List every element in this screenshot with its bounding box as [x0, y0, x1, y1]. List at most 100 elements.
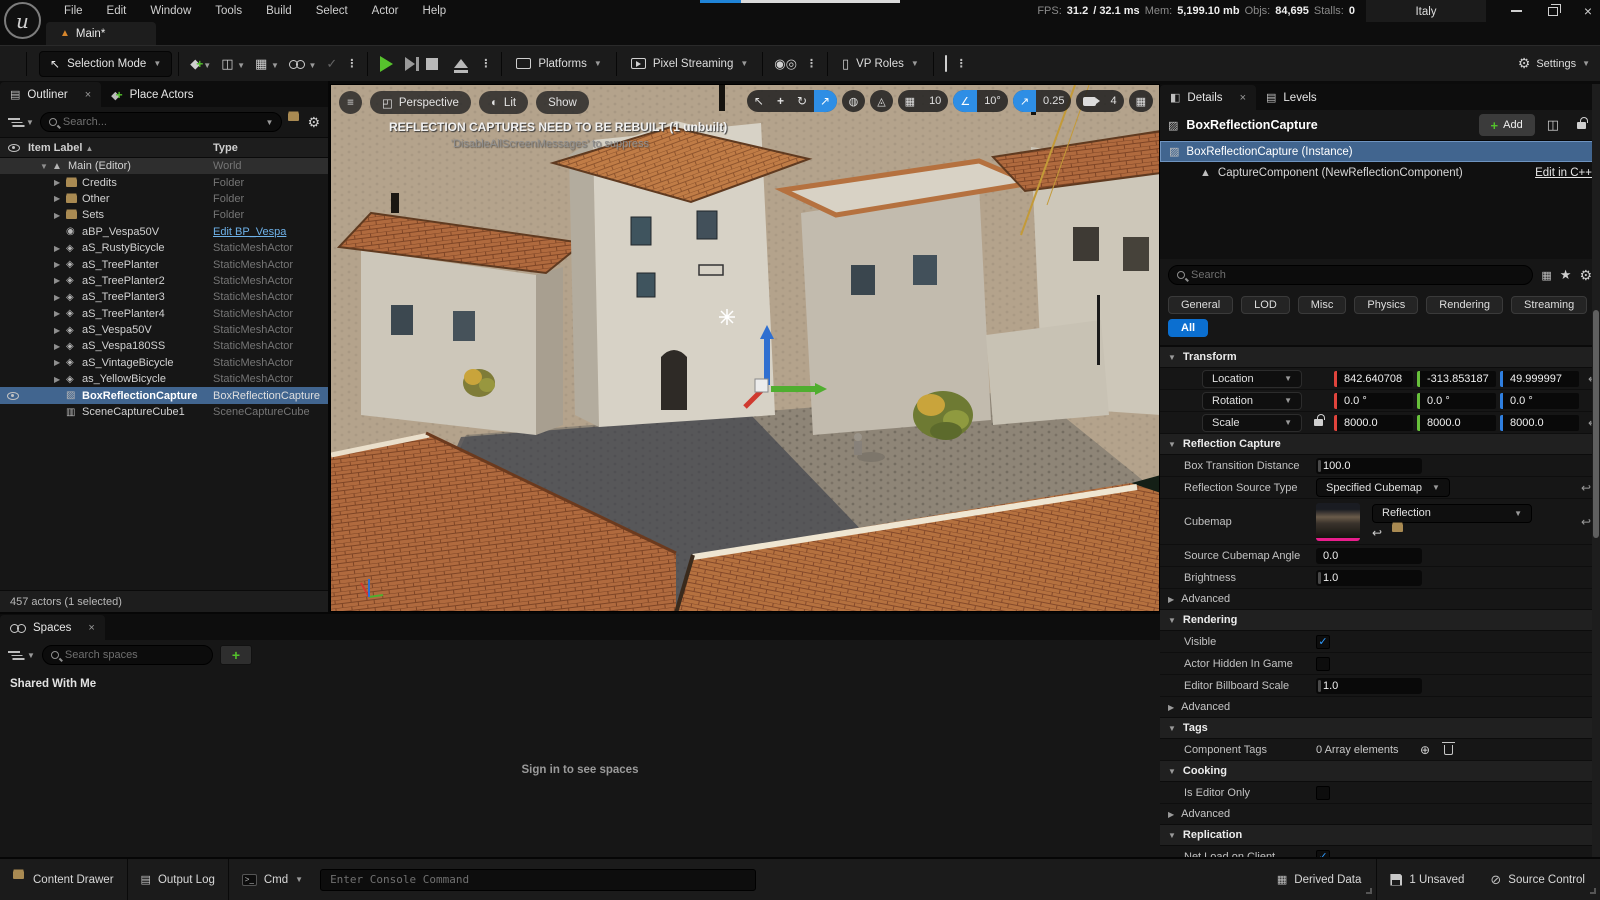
details-scrollbar-track[interactable]	[1592, 84, 1600, 857]
play-options-dots[interactable]: ⋮	[476, 57, 495, 70]
advanced-expander[interactable]: ▶Advanced	[1160, 697, 1600, 718]
axis-x-input[interactable]: 842.640708	[1334, 371, 1413, 387]
spaces-filter-icon[interactable]	[8, 651, 20, 660]
blueprint-convert-icon[interactable]: ◫	[1543, 117, 1563, 133]
outliner-row[interactable]: ▶ ◈ aS_TreePlanter3 StaticMeshActor	[0, 289, 328, 305]
filter-chip-lod[interactable]: LOD	[1241, 296, 1290, 314]
actor-label[interactable]: aS_TreePlanter4	[82, 308, 213, 320]
derived-data-button[interactable]: ▦ Derived Data	[1264, 859, 1375, 900]
add-component-button[interactable]: + Add	[1479, 114, 1535, 136]
expand-arrow[interactable]: ▶	[54, 211, 66, 220]
tab-place-actors[interactable]: ◆+ Place Actors	[101, 82, 203, 107]
expand-arrow[interactable]: ▶	[54, 309, 66, 318]
section-rendering[interactable]: ▼Rendering	[1160, 610, 1600, 631]
tab-main-level[interactable]: ▲ Main*	[46, 22, 156, 45]
actor-label[interactable]: SceneCaptureCube1	[82, 406, 213, 418]
expand-arrow[interactable]: ▶	[54, 276, 66, 285]
menu-tools[interactable]: Tools	[203, 1, 254, 21]
actor-type[interactable]: StaticMeshActor	[213, 259, 328, 271]
expand-arrow[interactable]: ▶	[54, 358, 66, 367]
select-tool[interactable]: ↖	[747, 90, 770, 112]
actor-type[interactable]: World	[213, 160, 328, 172]
move-tool[interactable]: +	[770, 90, 790, 112]
transform-axis-dropdown[interactable]: Rotation▼	[1202, 392, 1302, 410]
camera-speed-icon[interactable]	[1076, 90, 1103, 112]
multi-user-icon[interactable]: ◉◎	[769, 56, 802, 72]
expand-arrow[interactable]: ▶	[54, 194, 66, 203]
outliner-row[interactable]: ◉ aBP_Vespa50V Edit BP_Vespa	[0, 224, 328, 240]
component-row-instance[interactable]: ▨ BoxReflectionCapture (Instance)	[1160, 141, 1600, 162]
axis-x-input[interactable]: 8000.0	[1334, 415, 1413, 431]
outliner-search[interactable]: ▼	[40, 112, 283, 132]
expand-arrow[interactable]: ▶	[54, 178, 66, 187]
source-control-button[interactable]: ⊘ Source Control	[1477, 859, 1598, 900]
pixel-streaming-dropdown[interactable]: Pixel Streaming▼	[623, 58, 756, 70]
binding-icon[interactable]: ▼	[284, 56, 322, 71]
axis-z-input[interactable]: 0.0 °	[1500, 393, 1579, 409]
visible-checkbox[interactable]: ✓	[1316, 635, 1330, 649]
actor-label[interactable]: aS_Vespa180SS	[82, 340, 213, 352]
blueprints-icon[interactable]: ◫ ▼	[216, 56, 250, 72]
camera-speed-value[interactable]: 4	[1103, 90, 1123, 112]
actor-label[interactable]: as_YellowBicycle	[82, 373, 213, 385]
settings-dropdown[interactable]: ⚙ Settings▼	[1518, 55, 1590, 72]
visibility-column-icon[interactable]	[8, 144, 20, 152]
expand-arrow[interactable]: ▶	[54, 326, 66, 335]
close-icon[interactable]: ×	[1240, 92, 1246, 104]
show-dropdown[interactable]: Show	[536, 91, 589, 114]
details-settings-icon[interactable]: ⚙	[1579, 267, 1592, 284]
actor-type[interactable]: StaticMeshActor	[213, 242, 328, 254]
add-space-button[interactable]: +	[220, 645, 252, 665]
actor-type[interactable]: StaticMeshActor	[213, 324, 328, 336]
landscape-paint-icon[interactable]: ✓	[321, 56, 342, 72]
unsaved-button[interactable]: 1 Unsaved	[1377, 859, 1477, 900]
outliner-row[interactable]: ▶ Sets Folder	[0, 207, 328, 223]
brightness-input[interactable]: 1.0	[1316, 570, 1422, 586]
filter-chip-all[interactable]: All	[1168, 319, 1208, 337]
restore-button[interactable]	[1548, 7, 1558, 16]
expand-arrow[interactable]: ▶	[54, 342, 66, 351]
editor-only-checkbox[interactable]	[1316, 786, 1330, 800]
transform-axis-dropdown[interactable]: Location▼	[1202, 370, 1302, 388]
new-folder-icon[interactable]	[288, 117, 301, 127]
actor-label[interactable]: Credits	[82, 177, 213, 189]
frame-skip-button[interactable]	[405, 57, 415, 71]
axis-z-input[interactable]: 49.999997	[1500, 371, 1579, 387]
menu-help[interactable]: Help	[411, 1, 459, 21]
cmd-dropdown[interactable]: >_ Cmd▼	[229, 859, 316, 900]
vp-roles-dropdown[interactable]: ▯ VP Roles▼	[834, 56, 927, 72]
actor-label[interactable]: aS_TreePlanter2	[82, 275, 213, 287]
outliner-row[interactable]: ▶ ◈ aS_TreePlanter4 StaticMeshActor	[0, 306, 328, 322]
expand-arrow[interactable]: ▼	[40, 162, 52, 171]
actor-label[interactable]: Sets	[82, 209, 213, 221]
filter-chip-physics[interactable]: Physics	[1354, 296, 1418, 314]
actor-label[interactable]: BoxReflectionCapture	[82, 390, 213, 402]
outliner-row[interactable]: ▶ ◈ aS_Vespa50V StaticMeshActor	[0, 322, 328, 338]
outliner-row[interactable]: ▨ BoxReflectionCapture BoxReflectionCapt…	[0, 387, 328, 403]
actor-hidden-checkbox[interactable]	[1316, 657, 1330, 671]
menu-actor[interactable]: Actor	[360, 1, 411, 21]
outliner-row[interactable]: ▶ ◈ as_YellowBicycle StaticMeshActor	[0, 371, 328, 387]
close-icon[interactable]: ×	[88, 622, 94, 634]
filter-chip-streaming[interactable]: Streaming	[1511, 296, 1587, 314]
actor-type[interactable]: Folder	[213, 177, 328, 189]
scale-tool[interactable]: ↗	[814, 90, 837, 112]
cinematics-icon[interactable]: ▦ ▼	[250, 56, 284, 72]
actor-type[interactable]: StaticMeshActor	[213, 373, 328, 385]
eject-button[interactable]	[454, 59, 468, 68]
virtual-camera-icon[interactable]	[940, 56, 952, 71]
actor-label[interactable]: aS_RustyBicycle	[82, 242, 213, 254]
close-icon[interactable]: ×	[85, 89, 91, 101]
console-input[interactable]	[330, 873, 746, 886]
world-space-toggle[interactable]: ◍	[842, 90, 866, 112]
outliner-row[interactable]: ▶ ◈ aS_RustyBicycle StaticMeshActor	[0, 240, 328, 256]
unreal-logo-icon[interactable]: u	[4, 2, 41, 39]
transform-axis-dropdown[interactable]: Scale▼	[1202, 414, 1302, 432]
actor-label[interactable]: aS_VintageBicycle	[82, 357, 213, 369]
vcam-dots[interactable]: ⋮	[952, 57, 971, 70]
expand-arrow[interactable]: ▶	[54, 293, 66, 302]
scale-lock-icon[interactable]	[1314, 419, 1323, 426]
billboard-scale-input[interactable]: 1.0	[1316, 678, 1422, 694]
lit-dropdown[interactable]: ◐ Lit	[479, 91, 528, 114]
outliner-row[interactable]: ▶ ◈ aS_Vespa180SS StaticMeshActor	[0, 338, 328, 354]
